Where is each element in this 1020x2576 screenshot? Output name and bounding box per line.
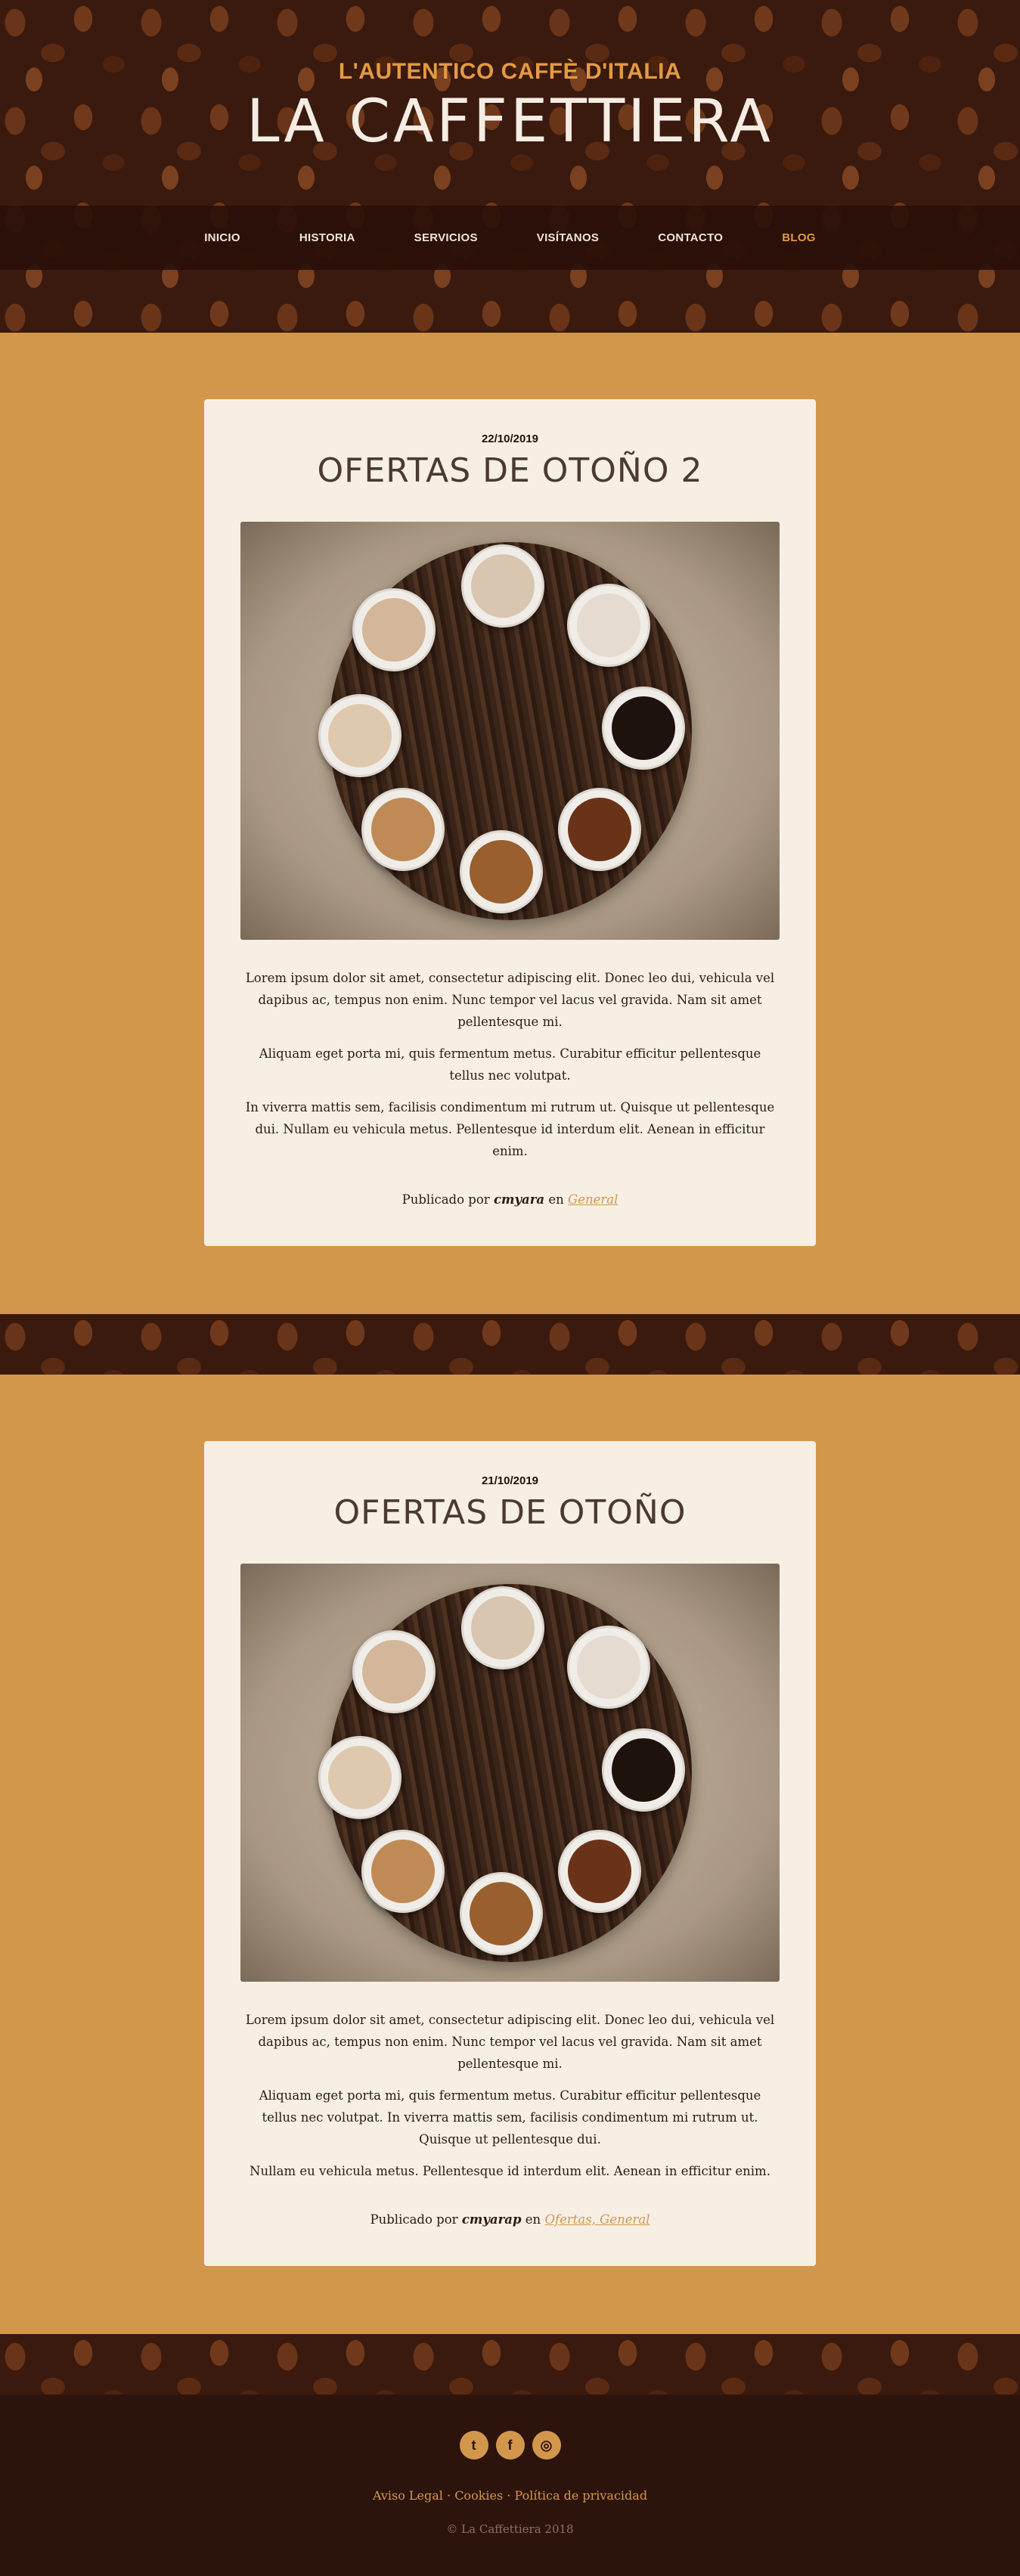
post-title[interactable]: OFERTAS DE OTOÑO [240,1493,780,1532]
coffee-cup [461,544,544,628]
coffee-cup [461,1586,544,1669]
main-nav: INICIO HISTORIA SERVICIOS VISÍTANOS CONT… [0,206,1020,270]
coffee-cup [558,788,641,871]
post-date: 21/10/2019 [481,1474,539,1487]
site-tagline: L'AUTENTICO CAFFÈ D'ITALIA [338,59,682,84]
post-section-2: 21/10/2019 OFERTAS DE OTOÑO Lorem ipsum … [0,1375,1020,2334]
footer-bean-band [0,2334,1020,2395]
coffee-cup [352,1630,436,1713]
facebook-icon[interactable]: f [495,2431,525,2460]
cookies-link[interactable]: Cookies [454,2488,503,2503]
site-footer: t f ◎ Aviso Legal · Cookies · Política d… [0,2395,1020,2576]
meta-in: en [548,1192,564,1207]
post-category-link[interactable]: General [568,1192,618,1207]
nav-item-blog[interactable]: BLOG [782,231,816,244]
post-paragraph: Aliquam eget porta mi, quis fermentum me… [259,1046,761,1083]
coffee-cup [602,1728,685,1812]
nav-item-inicio[interactable]: INICIO [204,231,240,244]
post-paragraph: In viverra mattis sem, facilisis condime… [245,1100,775,1158]
post-category-link[interactable]: Ofertas, General [544,2212,650,2227]
post-meta: Publicado por cmyarap en Ofertas, Genera… [240,2212,780,2227]
meta-prefix: Publicado por [370,2212,458,2227]
post-card: 21/10/2019 OFERTAS DE OTOÑO Lorem ipsum … [204,1441,816,2266]
nav-item-servicios[interactable]: SERVICIOS [414,231,478,244]
coffee-cup [318,1736,401,1819]
post-image-coffee-cups [240,1564,780,1982]
privacy-link[interactable]: Política de privacidad [514,2488,647,2503]
coffee-cup [460,830,543,913]
nav-item-contacto[interactable]: CONTACTO [658,231,723,244]
separator: · [442,2488,455,2503]
nav-item-historia[interactable]: HISTORIA [299,231,355,244]
coffee-cup [567,1626,650,1709]
meta-prefix: Publicado por [401,1192,490,1207]
separator: · [503,2488,515,2503]
post-image-coffee-cups [240,522,780,940]
nav-item-visitanos[interactable]: VISÍTANOS [537,231,599,244]
site-header: L'AUTENTICO CAFFÈ D'ITALIA LA CAFFETTIER… [0,0,1020,333]
post-paragraph: Aliquam eget porta mi, quis fermentum me… [259,2088,761,2147]
post-section-1: 22/10/2019 OFERTAS DE OTOÑO 2 Lorem ipsu… [0,333,1020,1314]
post-body: Lorem ipsum dolor sit amet, consectetur … [240,2009,780,2182]
post-paragraph: Lorem ipsum dolor sit amet, consectetur … [245,971,775,1029]
coffee-cup [318,694,401,777]
coffee-cup [460,1872,543,1955]
coffee-cup [558,1830,641,1913]
coffee-cup [602,687,685,770]
post-paragraph: Nullam eu vehicula metus. Pellentesque i… [250,2164,770,2178]
post-date: 22/10/2019 [481,432,539,445]
coffee-cup [361,788,445,871]
post-paragraph: Lorem ipsum dolor sit amet, consectetur … [245,2013,775,2071]
instagram-icon[interactable]: ◎ [532,2431,561,2460]
post-author[interactable]: cmyarap [462,2212,522,2227]
meta-in: en [525,2212,541,2227]
post-card: 22/10/2019 OFERTAS DE OTOÑO 2 Lorem ipsu… [204,399,816,1246]
legal-link[interactable]: Aviso Legal [373,2488,443,2503]
post-author[interactable]: cmyara [494,1192,544,1207]
coffee-cup [352,588,436,671]
bean-divider [0,1314,1020,1375]
coffee-cup [567,584,650,667]
twitter-icon[interactable]: t [459,2431,488,2460]
footer-links: Aviso Legal · Cookies · Política de priv… [0,2488,1020,2503]
post-meta: Publicado por cmyara en General [240,1192,780,1207]
post-title[interactable]: OFERTAS DE OTOÑO 2 [240,451,780,490]
copyright: © La Caffettiera 2018 [446,2522,574,2536]
post-body: Lorem ipsum dolor sit amet, consectetur … [240,967,780,1162]
site-title[interactable]: LA CAFFETTIERA [0,88,1020,156]
coffee-cup [361,1830,445,1913]
social-links: t f ◎ [0,2431,1020,2460]
